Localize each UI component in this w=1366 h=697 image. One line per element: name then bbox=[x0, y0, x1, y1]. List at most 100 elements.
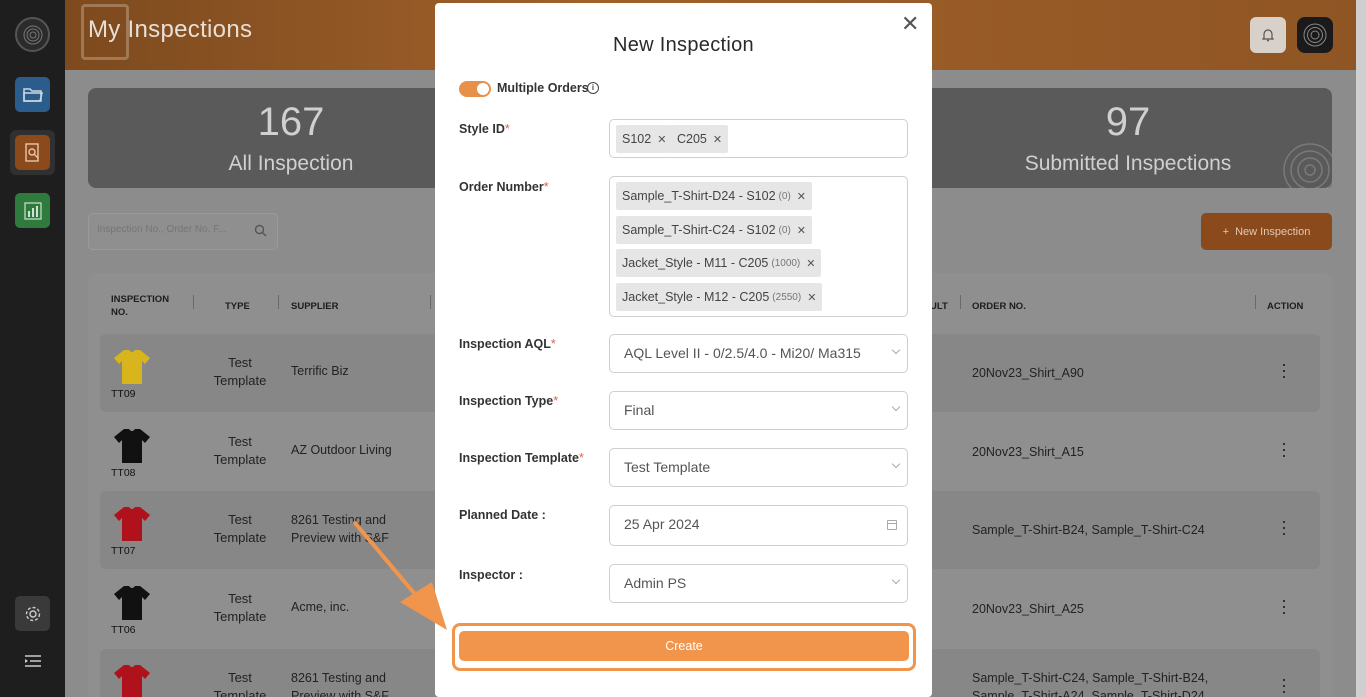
select-value: AQL Level II - 0/2.5/4.0 - Mi20/ Ma315 bbox=[624, 345, 861, 361]
required-marker: * bbox=[578, 451, 584, 465]
stat-value: 167 bbox=[257, 100, 325, 144]
tshirt-thumbnail bbox=[114, 507, 150, 541]
new-inspection-modal: New Inspection ✕ Multiple Orders i Style… bbox=[435, 3, 932, 697]
chip-quantity: (2550) bbox=[772, 291, 802, 303]
close-icon[interactable]: ✕ bbox=[901, 11, 919, 37]
remove-chip-icon[interactable]: ✕ bbox=[713, 133, 722, 146]
field-label-text: Inspection Template bbox=[459, 451, 579, 465]
remove-chip-icon[interactable]: ✕ bbox=[797, 224, 806, 237]
inspector-select[interactable]: Admin PS bbox=[609, 564, 908, 603]
row-actions-menu[interactable]: · · · bbox=[1280, 591, 1288, 621]
tshirt-thumbnail bbox=[114, 350, 150, 384]
order-no: 20Nov23_Shirt_A90 bbox=[972, 366, 1084, 380]
column-header-type[interactable]: TYPE bbox=[225, 300, 250, 313]
field-label-text: Inspection AQL bbox=[459, 337, 551, 351]
multiple-orders-toggle[interactable] bbox=[459, 81, 491, 97]
style-id-chip: S102 ✕ bbox=[616, 125, 673, 153]
column-divider bbox=[1255, 295, 1256, 309]
sidebar-item-reports[interactable] bbox=[15, 193, 50, 228]
inspection-no[interactable]: TT09 bbox=[111, 388, 136, 400]
supplier-name: AZ Outdoor Living bbox=[291, 443, 392, 457]
stat-submitted-inspections[interactable]: 97 Submitted Inspections bbox=[968, 88, 1288, 188]
select-value: Test Template bbox=[624, 459, 711, 475]
inspection-aql-label: Inspection AQL* bbox=[459, 337, 556, 351]
required-marker: * bbox=[553, 394, 559, 408]
chevron-down-icon bbox=[891, 402, 901, 412]
order-chip: Sample_T-Shirt-C24 - S102 (0) ✕ bbox=[616, 216, 812, 244]
app-root: My Inspections 167 All Inspection 97 Sub… bbox=[0, 0, 1366, 697]
inspection-no[interactable]: TT07 bbox=[111, 545, 136, 557]
new-inspection-label: New Inspection bbox=[1235, 225, 1311, 238]
planned-date-input[interactable]: 25 Apr 2024 bbox=[609, 505, 908, 546]
remove-chip-icon[interactable]: ✕ bbox=[797, 190, 806, 203]
chip-quantity: (0) bbox=[778, 224, 791, 236]
style-id-multiselect[interactable]: S102 ✕ C205 ✕ bbox=[609, 119, 908, 158]
inspection-template-label: Inspection Template* bbox=[459, 451, 584, 465]
bell-icon bbox=[1262, 29, 1274, 42]
fingerprint-icon bbox=[1283, 143, 1332, 188]
search-icon[interactable] bbox=[254, 224, 267, 237]
order-no: Sample_T-Shirt-C24, Sample_T-Shirt-B24, … bbox=[972, 671, 1209, 697]
order-number-multiselect[interactable]: Sample_T-Shirt-D24 - S102 (0) ✕ Sample_T-S… bbox=[609, 176, 908, 317]
remove-chip-icon[interactable]: ✕ bbox=[657, 133, 666, 146]
style-id-label: Style ID* bbox=[459, 122, 510, 136]
calendar-icon[interactable] bbox=[887, 520, 897, 530]
user-avatar[interactable] bbox=[1297, 17, 1333, 53]
select-value: Admin PS bbox=[624, 575, 687, 591]
inspection-no[interactable]: TT08 bbox=[111, 467, 136, 479]
chevron-down-icon bbox=[891, 575, 901, 585]
chip-label: Jacket_Style - M12 - C205 bbox=[622, 290, 770, 304]
row-actions-menu[interactable]: · · · bbox=[1280, 670, 1288, 697]
bar-chart-icon bbox=[23, 201, 42, 220]
plus-icon: + bbox=[1222, 225, 1230, 238]
notifications-button[interactable] bbox=[1250, 17, 1286, 53]
multiple-orders-label: Multiple Orders bbox=[497, 81, 589, 95]
remove-chip-icon[interactable]: ✕ bbox=[807, 291, 816, 304]
required-marker: * bbox=[550, 337, 556, 351]
column-divider bbox=[193, 295, 194, 309]
remove-chip-icon[interactable]: ✕ bbox=[806, 257, 815, 270]
fingerprint-icon bbox=[23, 25, 42, 44]
sidebar bbox=[0, 0, 65, 697]
app-logo[interactable] bbox=[15, 17, 50, 52]
chevron-down-icon bbox=[891, 345, 901, 355]
inspection-no[interactable]: TT06 bbox=[111, 624, 136, 636]
order-no: 20Nov23_Shirt_A15 bbox=[972, 445, 1084, 459]
sidebar-item-files[interactable] bbox=[15, 77, 50, 112]
column-divider bbox=[960, 295, 961, 309]
inspection-template-select[interactable]: Test Template bbox=[609, 448, 908, 487]
column-header-order-no[interactable]: ORDER NO. bbox=[972, 300, 1026, 313]
new-inspection-button[interactable]: + New Inspection bbox=[1201, 213, 1332, 250]
info-icon[interactable]: i bbox=[587, 82, 599, 94]
stat-all-inspection[interactable]: 167 All Inspection bbox=[88, 88, 494, 188]
chip-quantity: (0) bbox=[778, 190, 791, 202]
sidebar-collapse-button[interactable] bbox=[15, 643, 50, 678]
tshirt-thumbnail bbox=[114, 429, 150, 463]
chevron-down-icon bbox=[891, 459, 901, 469]
search-field[interactable] bbox=[88, 213, 278, 250]
order-chip: Jacket_Style - M12 - C205 (2550) ✕ bbox=[616, 283, 823, 311]
inspection-type-select[interactable]: Final bbox=[609, 391, 908, 430]
column-header-supplier[interactable]: SUPPLIER bbox=[291, 300, 339, 313]
supplier-name: Terrific Biz bbox=[291, 364, 349, 378]
order-number-label: Order Number* bbox=[459, 180, 549, 194]
field-label-text: Order Number bbox=[459, 180, 544, 194]
search-input[interactable] bbox=[97, 224, 247, 235]
gear-icon bbox=[25, 606, 40, 621]
sidebar-item-settings[interactable] bbox=[15, 596, 50, 631]
required-marker: * bbox=[543, 180, 549, 194]
sidebar-item-inspections[interactable] bbox=[15, 135, 50, 170]
inspection-document-icon bbox=[24, 142, 39, 162]
inspection-type: Test Template bbox=[213, 670, 267, 697]
row-actions-menu[interactable]: · · · bbox=[1280, 512, 1288, 542]
row-actions-menu[interactable]: · · · bbox=[1280, 355, 1288, 385]
inspection-aql-select[interactable]: AQL Level II - 0/2.5/4.0 - Mi20/ Ma315 bbox=[609, 334, 908, 373]
column-header-result[interactable]: ULT bbox=[930, 300, 948, 313]
column-header-inspection-no[interactable]: INSPECTION NO. bbox=[111, 293, 181, 319]
date-value: 25 Apr 2024 bbox=[624, 516, 700, 532]
row-actions-menu[interactable]: · · · bbox=[1280, 434, 1288, 464]
page-title: My Inspections bbox=[88, 16, 253, 43]
field-label-text: Style ID bbox=[459, 122, 505, 136]
create-button[interactable]: Create bbox=[459, 631, 909, 661]
field-label-text: Inspector bbox=[459, 568, 516, 582]
